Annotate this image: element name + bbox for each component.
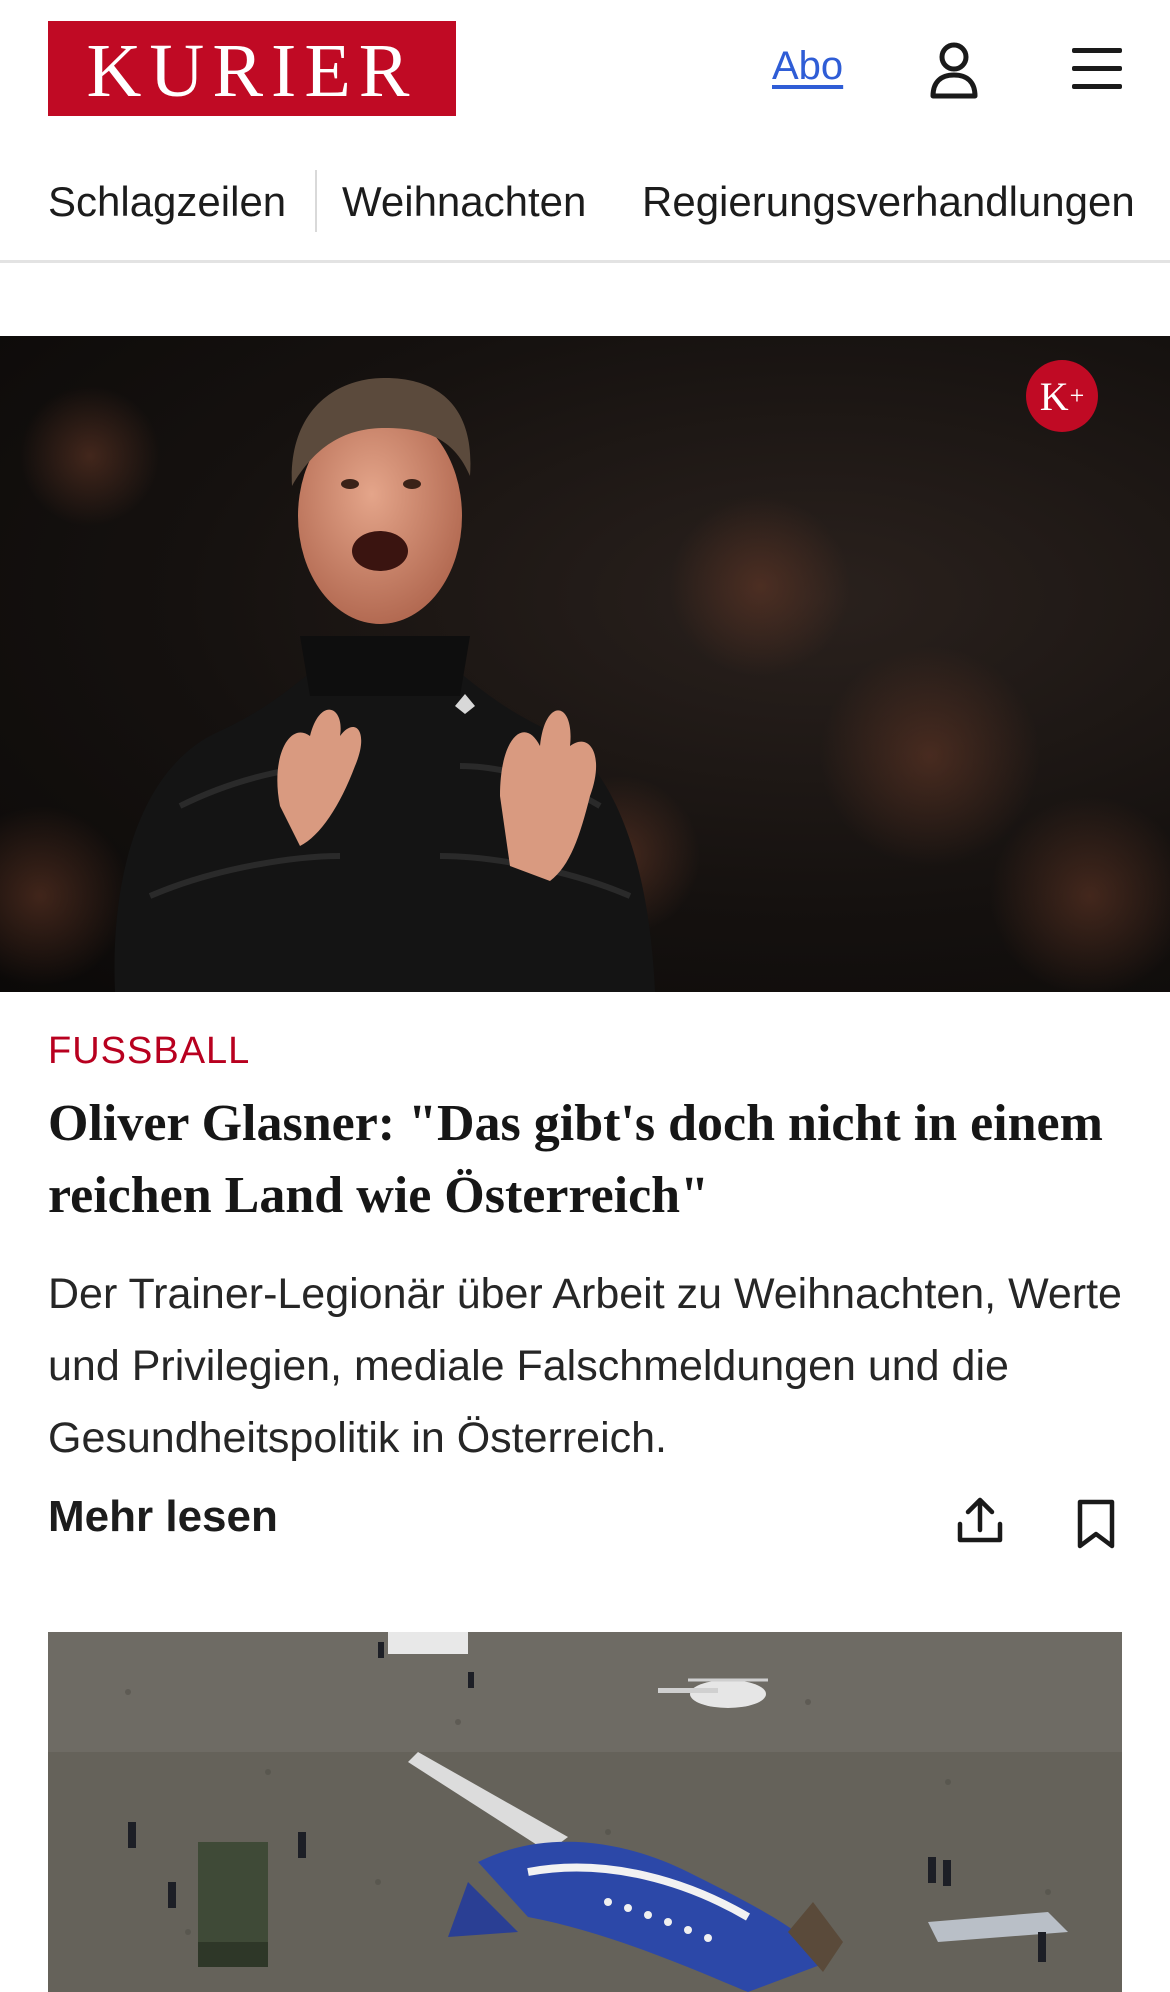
article-teaser: Der Trainer-Legionär über Arbeit zu Weih…	[48, 1270, 1122, 1462]
kurier-logo[interactable]: KURIER	[48, 21, 456, 116]
user-button[interactable]	[928, 40, 980, 100]
article-category[interactable]: FUSSBALL	[48, 1030, 250, 1073]
nav-item-weihnachten[interactable]: Weihnachten	[342, 178, 586, 226]
site-header: KURIER Abo	[0, 0, 1170, 140]
nav-item-schlagzeilen[interactable]: Schlagzeilen	[48, 178, 286, 226]
bookmark-icon	[1077, 1499, 1115, 1549]
topic-nav: Schlagzeilen Weihnachten Regierungsverha…	[0, 160, 1170, 263]
kplus-badge[interactable]: K +	[1026, 360, 1098, 432]
nav-item-regierungsverhandlungen[interactable]: Regierungsverhandlungen	[642, 178, 1135, 226]
hero-photo-illustration	[0, 378, 1170, 992]
read-more-link[interactable]: Mehr lesen	[48, 1492, 278, 1542]
article-headline[interactable]: Oliver Glasner: "Das gibt's doch nicht i…	[48, 1088, 1128, 1232]
nav-divider	[315, 170, 317, 232]
hamburger-menu-icon	[1072, 48, 1122, 89]
user-icon	[930, 42, 978, 99]
crash-site-photo-illustration	[48, 1632, 1122, 1992]
abo-link[interactable]: Abo	[772, 44, 843, 89]
logo-text: KURIER	[86, 28, 418, 113]
share-button[interactable]	[954, 1494, 1006, 1546]
share-icon	[957, 1497, 1003, 1543]
kplus-letter: K	[1039, 373, 1069, 419]
kplus-plus: +	[1069, 381, 1085, 410]
menu-button[interactable]	[1070, 44, 1126, 94]
second-article-image[interactable]	[48, 1632, 1122, 1992]
bookmark-button[interactable]	[1074, 1498, 1118, 1550]
hero-image[interactable]	[0, 336, 1170, 992]
